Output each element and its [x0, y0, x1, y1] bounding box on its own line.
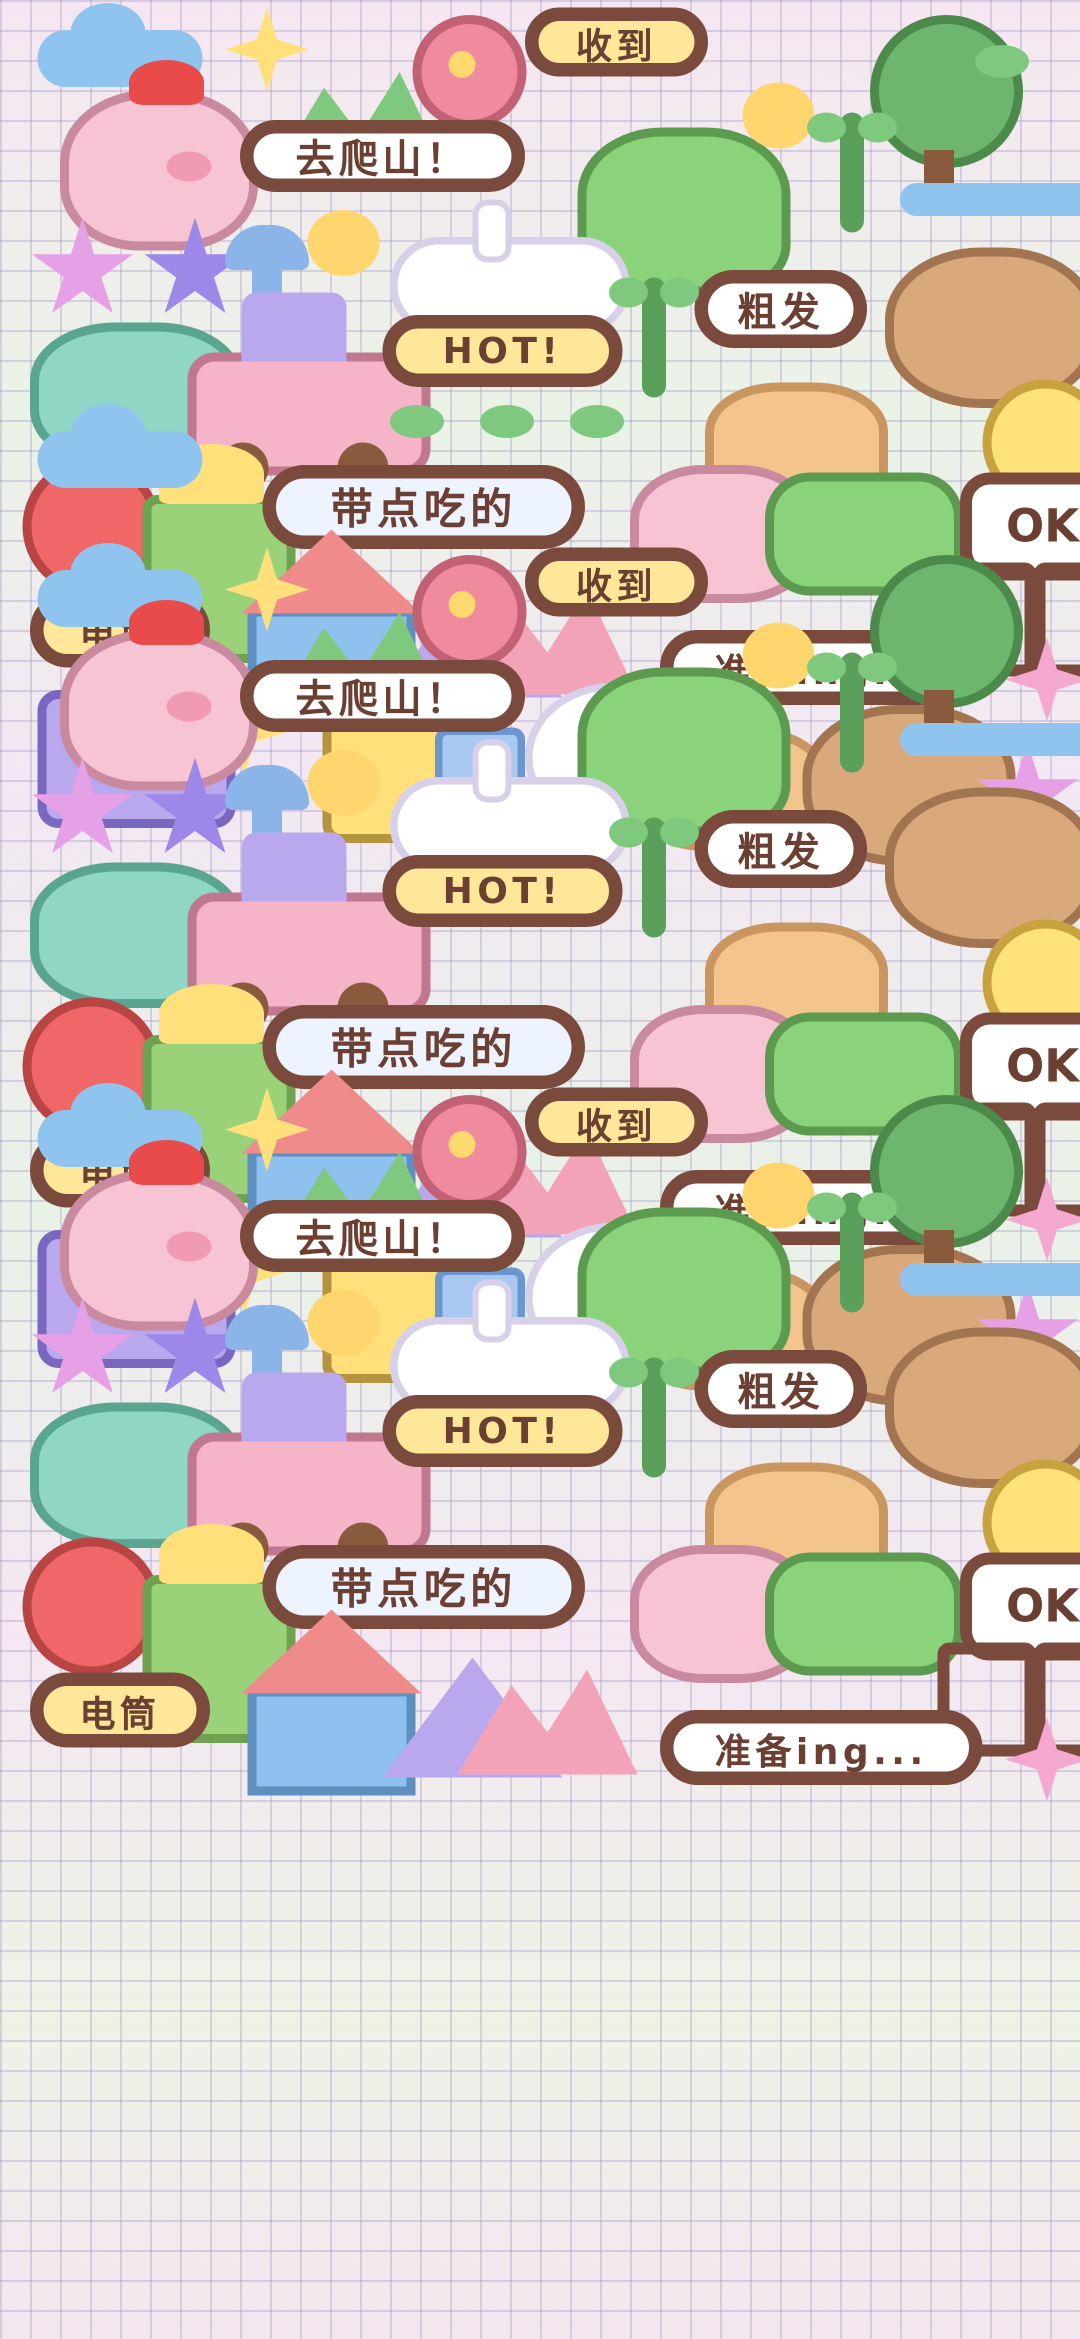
puddle-icon [900, 183, 1080, 216]
bubble-hot: HOT! [382, 855, 623, 927]
bubble-received: 收到 [525, 547, 708, 617]
pig-icon [60, 600, 258, 791]
leaf-icon [480, 405, 534, 438]
bubble-hot: HOT! [382, 315, 623, 387]
sparkle-icon [225, 547, 309, 632]
tree-icon [870, 15, 1023, 210]
duck-icon [742, 82, 815, 149]
leaf-icon [390, 405, 444, 438]
bubble-received: 收到 [525, 1087, 708, 1157]
crocodile-icon [765, 1552, 963, 1676]
sprout-icon [609, 1357, 699, 1478]
bubble-hiking: 去爬山！ [240, 1200, 525, 1272]
leaf-icon [570, 405, 624, 438]
bubble-flashlight: 电筒 [30, 1672, 210, 1748]
house-icon [241, 1609, 422, 1796]
flower-icon [412, 15, 527, 129]
leaf-icon [975, 45, 1029, 78]
bubble-rough: 粗发 [694, 810, 867, 888]
duck-icon [307, 210, 380, 276]
duck-icon [307, 750, 380, 816]
tree-icon [870, 555, 1023, 750]
bubble-hiking: 去爬山！ [240, 660, 525, 732]
flower-icon [412, 1095, 527, 1209]
bubble-hot: HOT! [382, 1395, 623, 1467]
sparkle-icon [225, 7, 309, 92]
puddle-icon [900, 723, 1080, 756]
mushroom-icon [225, 1305, 309, 1389]
sprout-icon [609, 817, 699, 938]
puddle-icon [900, 1263, 1080, 1296]
sprout-icon [609, 277, 699, 398]
duck-icon [742, 1162, 815, 1229]
pig-icon [60, 60, 258, 251]
pattern-tile: 收到 去爬山！ 粗发 HOT! 带点吃的 OK 电筒 准备ing... [0, 1080, 1080, 2289]
bubble-received: 收到 [525, 7, 708, 77]
tree-icon [870, 1095, 1023, 1290]
bubble-rough: 粗发 [694, 270, 867, 348]
mushroom-icon [225, 765, 309, 849]
bubble-rough: 粗发 [694, 1350, 867, 1428]
pig-icon [60, 1140, 258, 1331]
duck-icon [307, 1290, 380, 1356]
sparkle-icon [225, 1087, 309, 1172]
sprout-icon [807, 652, 897, 773]
duck-icon [742, 622, 815, 689]
bubble-preparing: 准备ing... [660, 1710, 983, 1785]
apple-icon [22, 1537, 161, 1676]
flower-icon [412, 555, 527, 669]
cloud-icon [37, 404, 203, 488]
bubble-hiking: 去爬山！ [240, 120, 525, 192]
mushroom-icon [225, 225, 309, 309]
sprout-icon [807, 112, 897, 233]
sprout-icon [807, 1192, 897, 1313]
